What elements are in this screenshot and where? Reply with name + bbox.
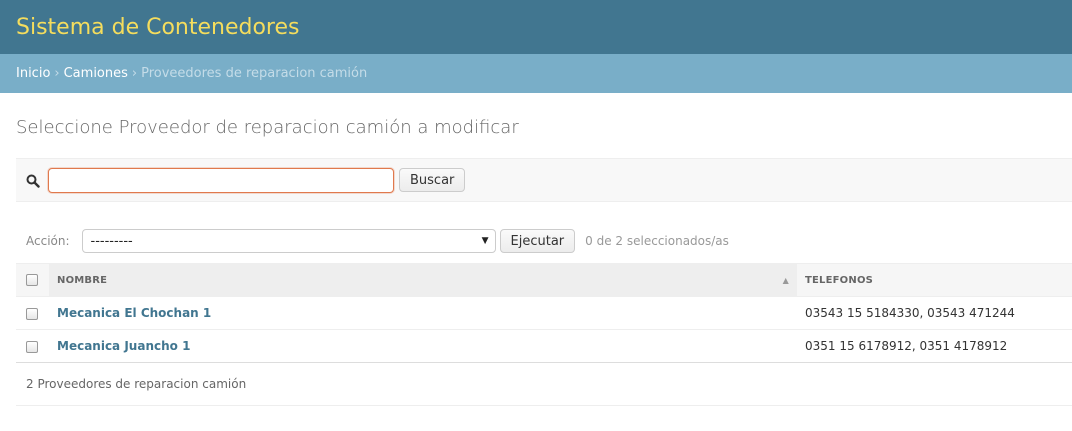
breadcrumb-section-link[interactable]: Camiones bbox=[64, 66, 128, 81]
breadcrumb-separator: › bbox=[131, 66, 138, 81]
row-checkbox[interactable] bbox=[26, 307, 38, 320]
action-select-value: --------- bbox=[90, 233, 133, 249]
action-label: Acción: bbox=[26, 234, 70, 248]
search-button[interactable]: Buscar bbox=[399, 168, 466, 192]
row-select-cell bbox=[16, 329, 49, 363]
breadcrumb-home-link[interactable]: Inicio bbox=[16, 66, 50, 81]
table-row: Mecanica Juancho 1 0351 15 6178912, 0351… bbox=[16, 329, 1072, 363]
content: Seleccione Proveedor de reparacion camió… bbox=[0, 117, 1072, 406]
paginator: 2 Proveedores de reparacion camión bbox=[16, 363, 1072, 406]
row-checkbox[interactable] bbox=[26, 340, 38, 353]
selection-counter: 0 de 2 seleccionados/as bbox=[585, 234, 729, 248]
run-action-button[interactable]: Ejecutar bbox=[499, 229, 576, 253]
site-title[interactable]: Sistema de Contenedores bbox=[16, 15, 300, 40]
select-all-checkbox[interactable] bbox=[26, 274, 38, 286]
breadcrumb-current: Proveedores de reparacion camión bbox=[141, 66, 368, 81]
page-title: Seleccione Proveedor de reparacion camió… bbox=[16, 117, 519, 138]
row-select-cell bbox=[16, 296, 49, 330]
telefonos-cell: 0351 15 6178912, 0351 4178912 bbox=[797, 329, 1072, 363]
select-all-cell bbox=[16, 263, 49, 297]
column-header-label: Telefonos bbox=[805, 274, 874, 286]
breadcrumb-separator: › bbox=[54, 66, 60, 81]
row-link[interactable]: Mecanica El Chochan 1 bbox=[57, 306, 211, 320]
search-toolbar: Buscar bbox=[16, 158, 1072, 202]
row-link[interactable]: Mecanica Juancho 1 bbox=[57, 339, 190, 353]
column-header-telefonos: Telefonos bbox=[797, 263, 1072, 297]
nombre-cell: Mecanica El Chochan 1 bbox=[49, 296, 797, 330]
chevron-down-icon: ▼ bbox=[481, 236, 489, 246]
telefonos-cell: 03543 15 5184330, 03543 471244 bbox=[797, 296, 1072, 330]
sort-ascending-icon[interactable]: ▲ bbox=[783, 276, 789, 285]
nombre-cell: Mecanica Juancho 1 bbox=[49, 329, 797, 363]
result-count: 2 Proveedores de reparacion camión bbox=[26, 377, 247, 391]
search-icon bbox=[26, 173, 40, 188]
table-header-row: Nombre ▲ Telefonos bbox=[16, 263, 1072, 297]
header: Sistema de Contenedores bbox=[0, 0, 1072, 54]
result-table: Nombre ▲ Telefonos Mecanica El Chochan 1… bbox=[16, 263, 1072, 363]
table-row: Mecanica El Chochan 1 03543 15 5184330, … bbox=[16, 296, 1072, 330]
column-header-nombre[interactable]: Nombre ▲ bbox=[49, 263, 797, 297]
breadcrumb: Inicio › Camiones › Proveedores de repar… bbox=[0, 54, 1072, 93]
actions-bar: Acción: --------- ▼ Ejecutar 0 de 2 sele… bbox=[16, 228, 1072, 254]
search-input[interactable] bbox=[48, 167, 394, 193]
column-header-label: Nombre bbox=[57, 274, 108, 286]
action-select[interactable]: --------- ▼ bbox=[81, 229, 496, 253]
